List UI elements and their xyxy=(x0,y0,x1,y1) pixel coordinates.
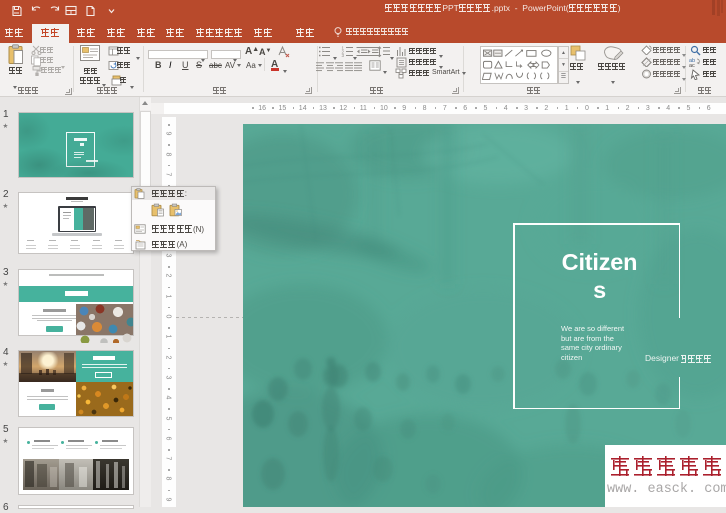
svg-text:3: 3 xyxy=(342,53,345,57)
svg-text:ac: ac xyxy=(689,63,695,67)
